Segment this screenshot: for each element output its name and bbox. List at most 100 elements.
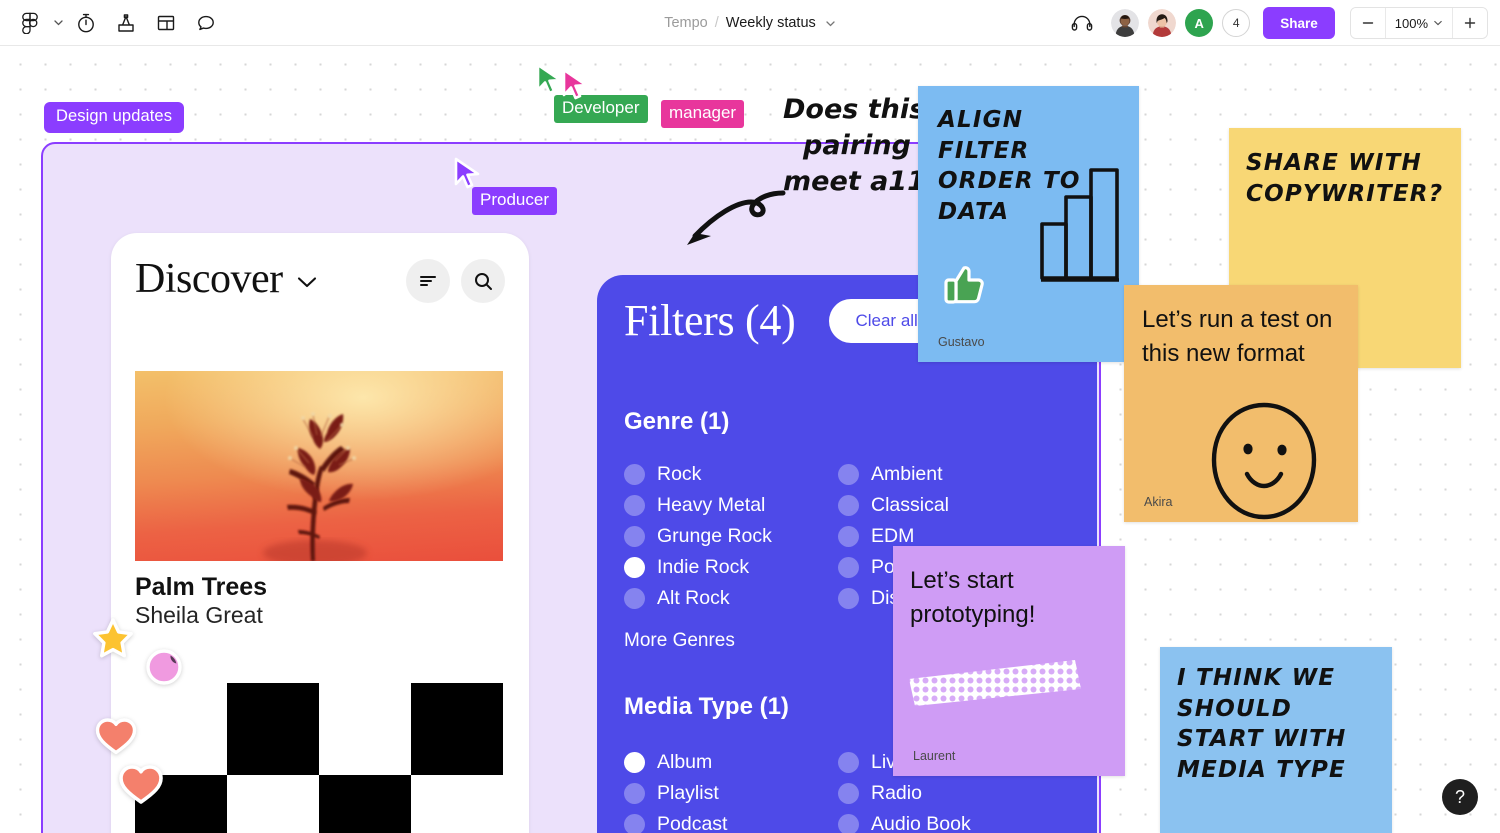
radio-label: Audio Book <box>871 813 971 833</box>
radio-label: Ambient <box>871 463 943 485</box>
radio-indicator[interactable] <box>624 495 645 516</box>
genre-options-left-column: Rock Heavy Metal Grunge Rock Indie Rock <box>624 459 838 614</box>
breadcrumb-separator: / <box>714 15 719 31</box>
radio-option-rock[interactable]: Rock <box>624 459 838 490</box>
radio-label: Classical <box>871 494 950 516</box>
annotation-arrow <box>679 189 789 258</box>
sticky-note-media-type-first[interactable]: I THINK WE SHOULD START WITH MEDIA TYPE <box>1160 647 1392 833</box>
radio-indicator[interactable] <box>838 557 859 578</box>
star-sticker[interactable] <box>90 616 136 667</box>
radio-indicator[interactable] <box>838 588 859 609</box>
radio-label: Rock <box>657 463 702 485</box>
sticky-note-align-filter[interactable]: ALIGN FILTER ORDER TO DATA Gustavo <box>918 86 1139 362</box>
filters-panel-title: Filters (4) <box>624 296 796 345</box>
collaborator-avatar-initial[interactable]: A <box>1185 9 1214 37</box>
chevron-down-icon[interactable] <box>825 18 836 29</box>
zoom-level-dropdown[interactable]: 100% <box>1384 8 1453 38</box>
radio-indicator-selected[interactable] <box>624 752 645 773</box>
zoom-out-button[interactable] <box>1350 8 1385 38</box>
radio-indicator[interactable] <box>838 752 859 773</box>
radio-label: Grunge Rock <box>657 525 772 547</box>
sticky-note-text: Let’s run a test on this new format <box>1142 306 1333 367</box>
album-artwork <box>135 371 503 561</box>
radio-indicator[interactable] <box>838 495 859 516</box>
radio-option-radio[interactable]: Radio <box>838 778 1052 809</box>
collaborator-avatar-1[interactable] <box>1111 9 1140 37</box>
radio-option-ambient[interactable]: Ambient <box>838 459 1052 490</box>
header-right-group: A 4 Share 100% <box>1062 0 1488 46</box>
share-button[interactable]: Share <box>1263 7 1335 39</box>
discover-screen-mockup[interactable]: Discover Palm Trees Sheila Great <box>111 233 529 833</box>
radio-indicator[interactable] <box>838 814 859 833</box>
radio-option-alt-rock[interactable]: Alt Rock <box>624 583 838 614</box>
smiley-face-drawing <box>1211 402 1317 520</box>
radio-indicator[interactable] <box>838 783 859 804</box>
radio-label: Playlist <box>657 782 719 804</box>
top-toolbar: Tempo / Weekly status A 4 Share 100% <box>0 0 1500 46</box>
figma-logo-icon[interactable] <box>10 3 50 43</box>
filter-icon[interactable] <box>406 259 450 303</box>
radio-indicator[interactable] <box>838 526 859 547</box>
figjam-canvas[interactable]: Design updates Discover Palm Trees Sheil… <box>0 46 1500 833</box>
heart-sticker[interactable] <box>116 760 166 812</box>
collaborator-avatar-2[interactable] <box>1148 9 1177 37</box>
media-type-section-title: Media Type (1) <box>624 693 789 720</box>
radio-indicator[interactable] <box>624 526 645 547</box>
comment-icon[interactable] <box>186 3 226 43</box>
genre-section-title: Genre (1) <box>624 408 730 435</box>
radio-indicator[interactable] <box>624 588 645 609</box>
sticky-note-start-prototyping[interactable]: Let’s start prototyping! Laurent <box>893 546 1125 776</box>
radio-label: Radio <box>871 782 922 804</box>
breadcrumb-file[interactable]: Weekly status <box>726 15 816 31</box>
radio-label: Heavy Metal <box>657 494 766 516</box>
radio-label: Podcast <box>657 813 728 833</box>
stamp-icon[interactable] <box>106 3 146 43</box>
washi-tape <box>909 660 1081 706</box>
radio-option-album[interactable]: Album <box>624 747 838 778</box>
radio-indicator[interactable] <box>838 464 859 485</box>
sticky-note-run-test[interactable]: Let’s run a test on this new format Akir… <box>1124 285 1358 522</box>
section-label[interactable]: Design updates <box>44 102 185 133</box>
checkerboard-pattern <box>135 683 503 833</box>
discover-title: Discover <box>135 256 283 302</box>
radio-label: EDM <box>871 525 915 547</box>
headphones-icon[interactable] <box>1062 3 1102 43</box>
thumbs-up-sticker[interactable] <box>940 261 988 314</box>
media-type-options-left-column: Album Playlist Podcast Interview <box>624 747 838 833</box>
radio-option-grunge-rock[interactable]: Grunge Rock <box>624 521 838 552</box>
zoom-controls: 100% <box>1349 7 1488 39</box>
radio-label: Indie Rock <box>657 556 750 578</box>
more-genres-link[interactable]: More Genres <box>624 630 735 651</box>
timer-icon[interactable] <box>66 3 106 43</box>
chevron-down-icon[interactable] <box>294 273 320 291</box>
bar-chart-drawing <box>1040 168 1119 282</box>
radio-option-podcast[interactable]: Podcast <box>624 809 838 833</box>
toolbar-left-group <box>0 3 226 43</box>
zoom-in-button[interactable] <box>1453 8 1487 38</box>
cursor-label-manager: manager <box>661 100 745 128</box>
radio-option-audio-book[interactable]: Audio Book <box>838 809 1052 833</box>
radio-indicator-selected[interactable] <box>624 557 645 578</box>
radio-option-heavy-metal[interactable]: Heavy Metal <box>624 490 838 521</box>
collaborator-count-badge[interactable]: 4 <box>1222 9 1251 37</box>
sticky-note-text: Let’s start prototyping! <box>910 567 1036 628</box>
figjam-window: Tempo / Weekly status A 4 Share 100% Des… <box>0 0 1500 833</box>
breadcrumb-team[interactable]: Tempo <box>664 15 708 31</box>
radio-option-playlist[interactable]: Playlist <box>624 778 838 809</box>
sticky-note-author: Gustavo <box>938 335 985 349</box>
zoom-level-value: 100% <box>1394 15 1428 31</box>
radio-indicator[interactable] <box>624 814 645 833</box>
radio-label: Alt Rock <box>657 587 730 609</box>
help-button[interactable]: ? <box>1442 779 1478 815</box>
search-icon[interactable] <box>461 259 505 303</box>
radio-option-classical[interactable]: Classical <box>838 490 1052 521</box>
cursor-label-producer: Producer <box>472 187 557 215</box>
chevron-down-icon[interactable] <box>50 3 66 43</box>
radio-label: Album <box>657 751 713 773</box>
radio-option-indie-rock[interactable]: Indie Rock <box>624 552 838 583</box>
radio-indicator[interactable] <box>624 464 645 485</box>
heart-sticker[interactable] <box>93 714 139 762</box>
pink-circle-sticker[interactable] <box>143 646 185 693</box>
radio-indicator[interactable] <box>624 783 645 804</box>
template-icon[interactable] <box>146 3 186 43</box>
